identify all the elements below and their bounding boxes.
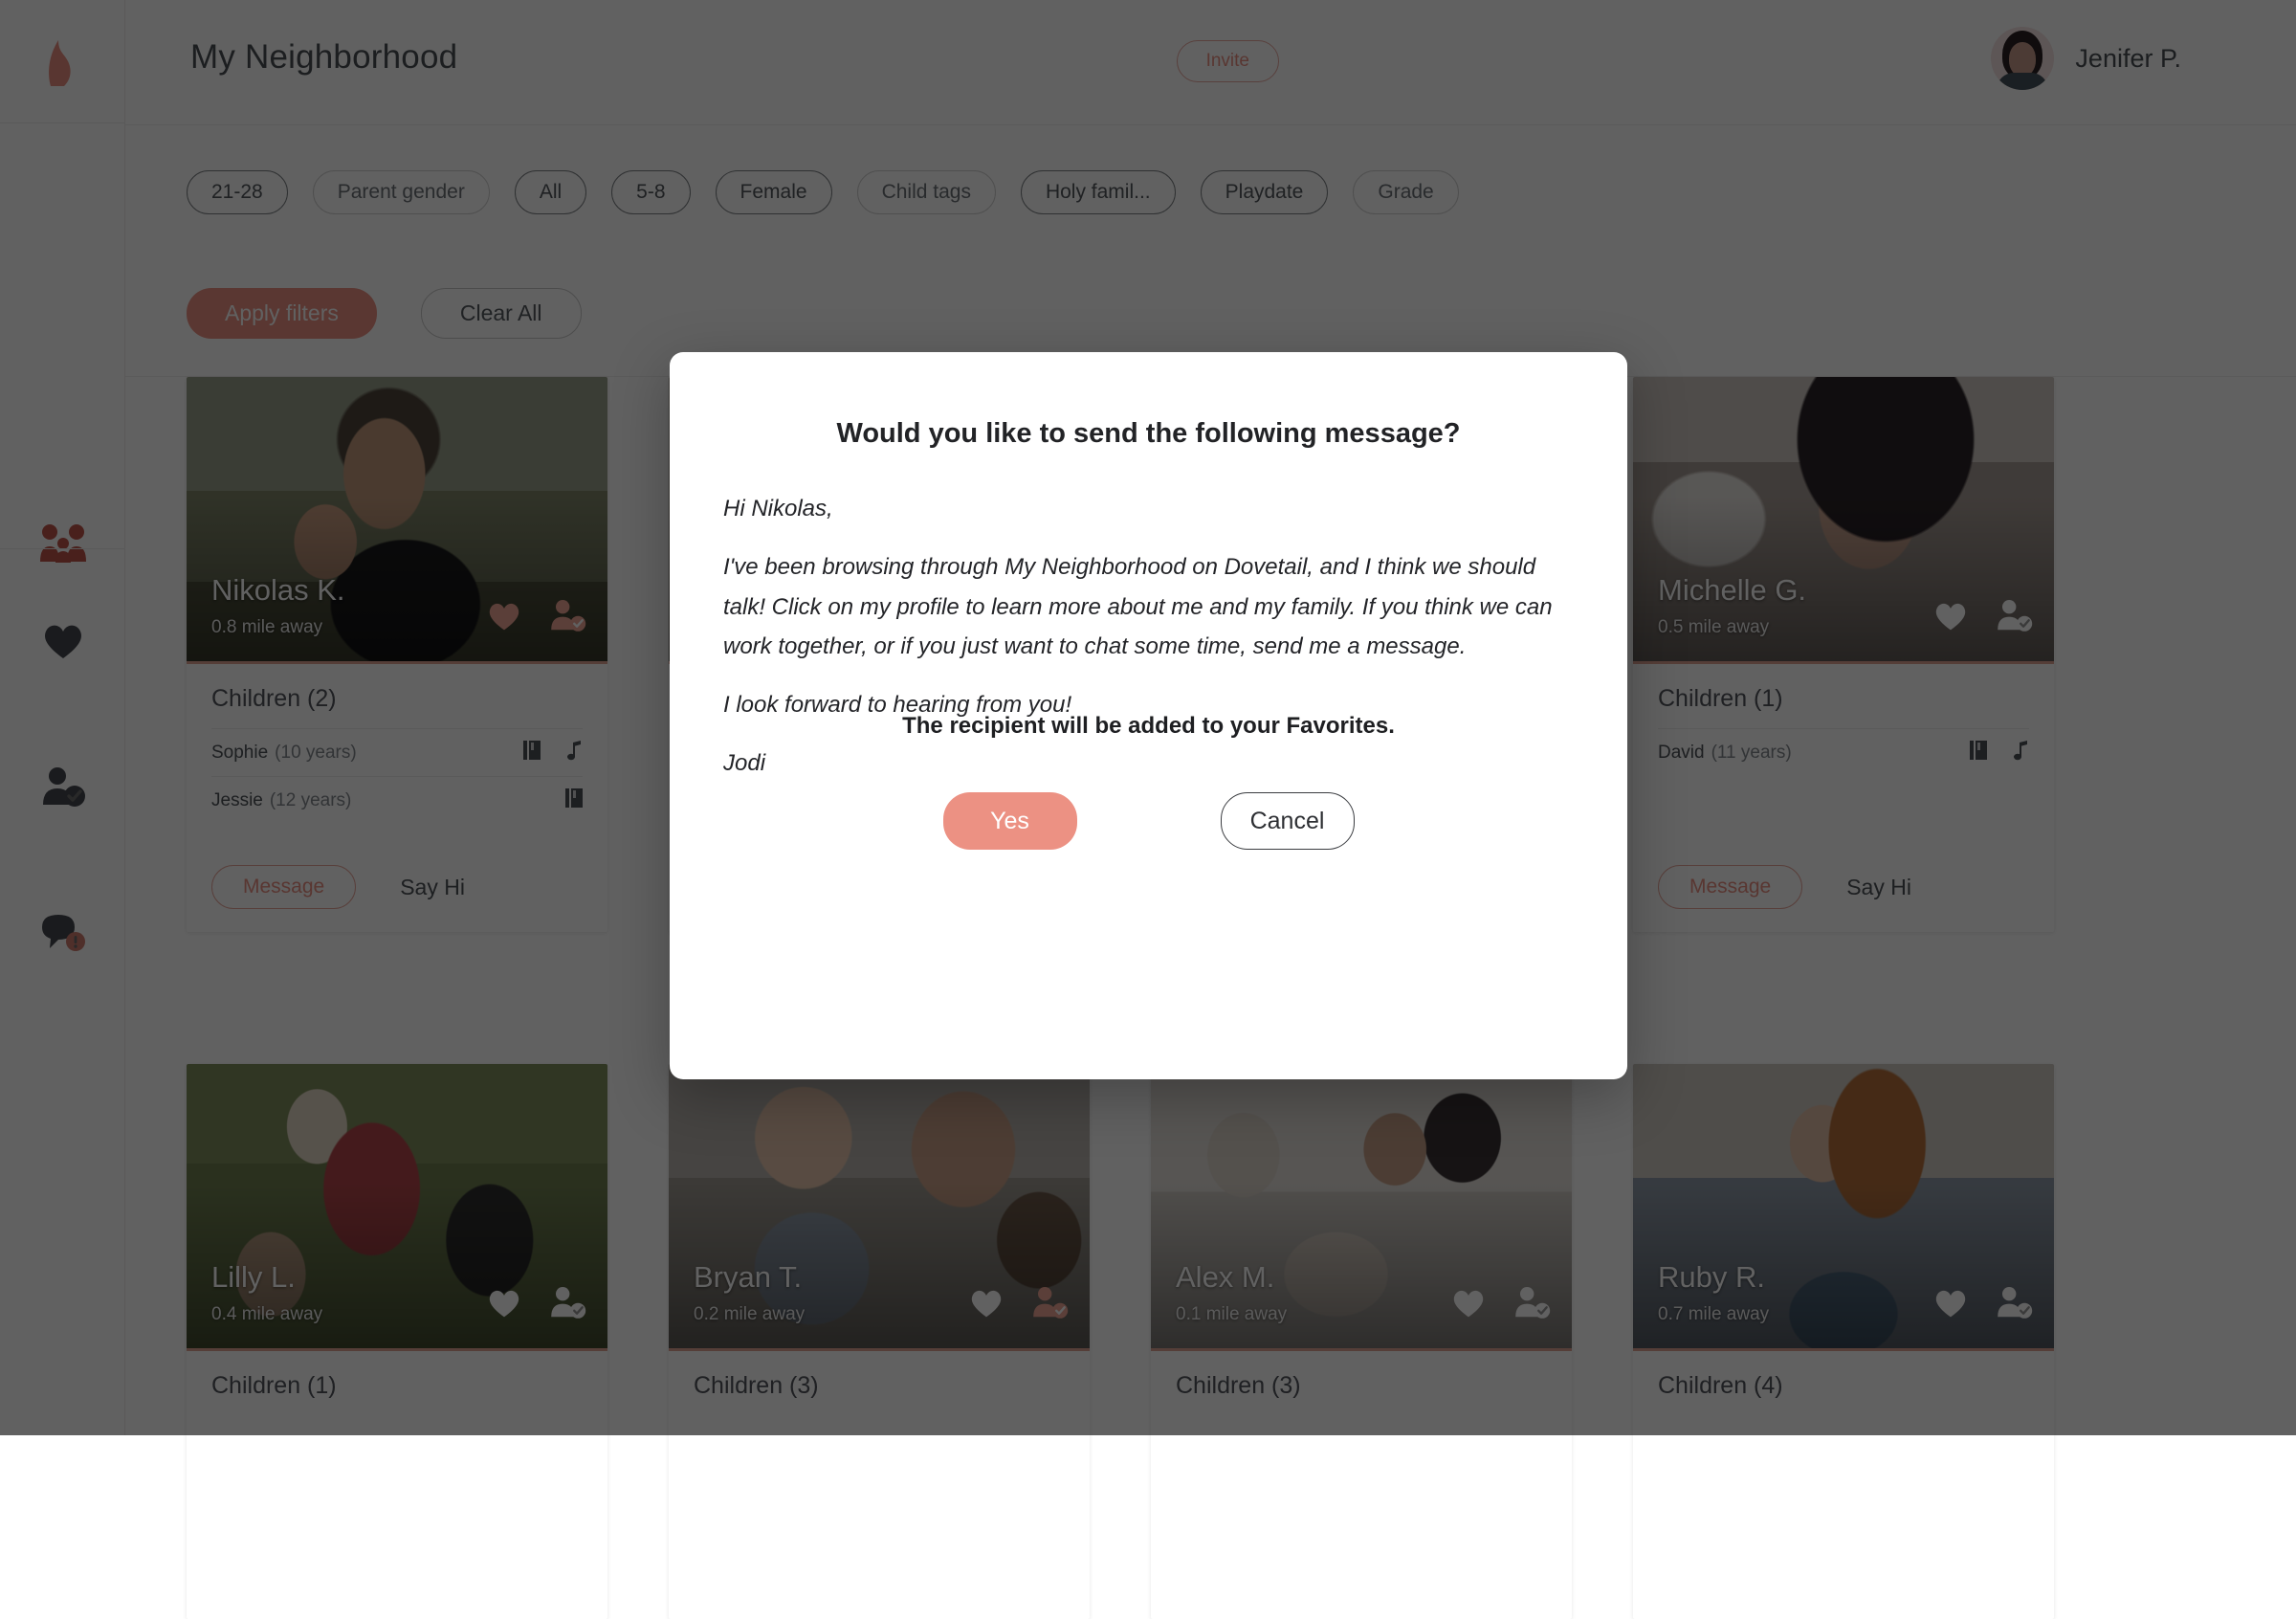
message-greeting: Hi Nikolas, [723, 489, 1574, 528]
message-signature: Jodi [723, 743, 1574, 783]
dialog-title: Would you like to send the following mes… [670, 418, 1627, 450]
yes-button[interactable]: Yes [943, 792, 1077, 850]
dialog-message-preview: Hi Nikolas, I've been browsing through M… [723, 489, 1574, 803]
dialog-actions: Yes Cancel [670, 792, 1627, 850]
cancel-button[interactable]: Cancel [1221, 792, 1355, 850]
message-paragraph: I've been browsing through My Neighborho… [723, 547, 1574, 666]
confirm-message-dialog: Would you like to send the following mes… [670, 352, 1627, 1079]
favorites-note: The recipient will be added to your Favo… [670, 713, 1627, 740]
